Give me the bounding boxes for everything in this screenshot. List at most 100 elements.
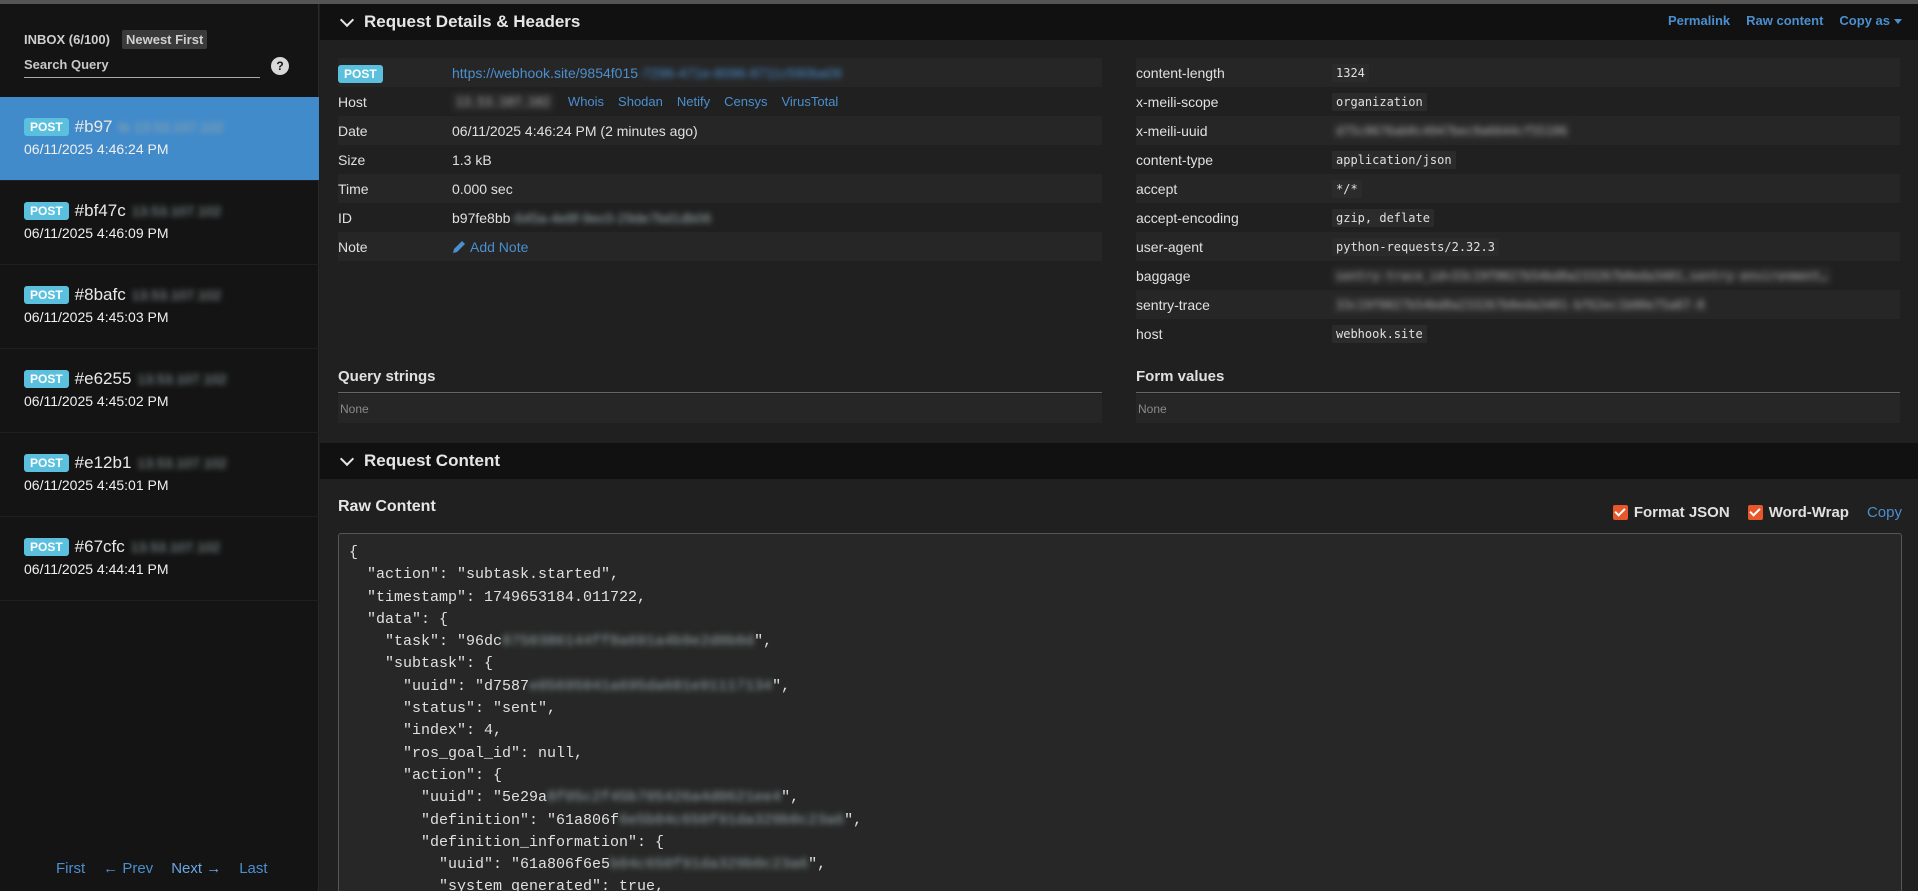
- url-link[interactable]: https://webhook.site/9854f015: [452, 65, 638, 81]
- id-hidden: -645a-4e8f-9ec0-29de7bd1db06: [510, 209, 712, 226]
- request-time: 06/11/2025 4:44:41 PM: [24, 561, 169, 577]
- request-list-item[interactable]: POST #e12b1 13.53.107.102 06/11/2025 4:45:0…: [0, 433, 319, 517]
- id-row: ID b97fe8bb-645a-4e8f-9ec0-29de7bd1db06: [338, 203, 1102, 232]
- json-line: "action": "subtask.started",: [349, 566, 1891, 588]
- method-badge: POST: [24, 286, 69, 304]
- form-values-value: None: [1136, 394, 1900, 423]
- json-tail: ",: [844, 811, 863, 829]
- header-key: accept: [1136, 180, 1178, 197]
- header-row: accept-encoding gzip, deflate: [1136, 203, 1900, 232]
- header-value-cell: 33c19f0027b54bd8a233267b0eda3401-bf62ec1…: [1332, 295, 1709, 314]
- date-row: Date 06/11/2025 4:46:24 PM (2 minutes ag…: [338, 116, 1102, 145]
- sort-order-button[interactable]: Newest First: [121, 30, 208, 49]
- header-value: organization: [1332, 92, 1427, 111]
- search-input[interactable]: [24, 57, 260, 72]
- request-list-item[interactable]: POST #8bafc 13.53.107.102 06/11/2025 4:45:0…: [0, 265, 319, 349]
- url-hidden: -7296-471e-8096-8711c590ba09: [638, 64, 842, 81]
- host-ip: 13.53.107.102: [452, 92, 554, 111]
- id-visible: b97fe8bb: [452, 209, 511, 226]
- header-key: accept-encoding: [1136, 209, 1239, 226]
- raw-content-link[interactable]: Raw content: [1746, 13, 1823, 28]
- header-value-cell: gzip, deflate: [1332, 208, 1434, 227]
- request-summary: POST #e6255 13.53.107.102: [24, 369, 295, 389]
- json-text: "uuid": "5e29a: [349, 789, 548, 807]
- header-value-cell: application/json: [1332, 150, 1456, 169]
- header-key: user-agent: [1136, 238, 1203, 255]
- word-wrap-checkbox[interactable]: Word-Wrap: [1747, 504, 1849, 521]
- netify-link[interactable]: Netify: [677, 94, 710, 109]
- request-time: 06/11/2025 4:45:03 PM: [24, 309, 169, 325]
- help-icon[interactable]: ?: [271, 57, 289, 75]
- pager-last[interactable]: Last: [239, 860, 267, 877]
- header-value: 1324: [1332, 63, 1369, 82]
- headers-column: content-length 1324 x-meili-scope organizat…: [1136, 58, 1900, 348]
- request-list-item[interactable]: POST #e6255 13.53.107.102 06/11/2025 4:45:0…: [0, 349, 319, 433]
- request-list-item[interactable]: POST #b97 fe 13.53.107.102 06/11/2025 4:46:…: [0, 97, 319, 181]
- content-section-bar[interactable]: Request Content: [320, 443, 1918, 479]
- details-section-bar[interactable]: Request Details & Headers Permalink Raw …: [320, 4, 1918, 40]
- header-value: gzip, deflate: [1332, 208, 1434, 227]
- request-ip: 13.53.107.102: [130, 539, 221, 555]
- details-section-title[interactable]: Request Details & Headers: [339, 12, 580, 32]
- whois-link[interactable]: Whois: [568, 94, 604, 109]
- header-value-cell: 1324: [1332, 63, 1369, 82]
- json-text: "uuid": "61a806f6e5: [349, 856, 611, 874]
- add-note-button[interactable]: Add Note: [452, 239, 528, 255]
- copy-content-button[interactable]: Copy: [1867, 504, 1902, 521]
- method-badge: POST: [24, 370, 69, 388]
- request-list-item[interactable]: POST #67cfc 13.53.107.102 06/11/2025 4:44:4…: [0, 517, 319, 601]
- permalink-link[interactable]: Permalink: [1668, 13, 1730, 28]
- note-label: Note: [338, 238, 368, 255]
- json-text: "uuid": "d7587: [349, 677, 530, 695]
- pager-first[interactable]: First: [56, 860, 85, 877]
- method-badge: POST: [24, 454, 69, 472]
- header-value-cell: d75c0676ab0c4947bec9a6644cf55106: [1332, 121, 1572, 140]
- pager-next[interactable]: Next →: [171, 860, 221, 877]
- request-id: #b97: [74, 117, 113, 136]
- json-text: {: [349, 544, 359, 561]
- url-value[interactable]: https://webhook.site/9854f015-7296-471e-…: [452, 65, 842, 81]
- header-value: python-requests/2.32.3: [1332, 237, 1499, 256]
- json-hidden-text: 8f05c2f45b705426a4d0621ee4: [547, 789, 782, 807]
- request-list-item[interactable]: POST #bf47c 13.53.107.102 06/11/2025 4:46:0…: [0, 181, 319, 265]
- id-label: ID: [338, 209, 352, 226]
- shodan-link[interactable]: Shodan: [618, 94, 663, 109]
- request-id: #e6255: [74, 369, 132, 388]
- method-cell: POST: [338, 64, 452, 83]
- json-text: "action": "subtask.started",: [349, 566, 620, 584]
- raw-content-box[interactable]: { "action": "subtask.started", "timestam…: [338, 533, 1902, 891]
- header-value-cell: python-requests/2.32.3: [1332, 237, 1499, 256]
- method-badge: POST: [24, 118, 69, 136]
- header-value: d75c0676ab0c4947bec9a6644cf55106: [1332, 121, 1572, 140]
- checkbox-checked-icon: [1747, 505, 1763, 520]
- request-summary: POST #b97 fe 13.53.107.102: [24, 117, 295, 137]
- form-values-divider: [1136, 392, 1900, 393]
- json-text: "subtask": {: [349, 655, 494, 673]
- details-left-column: POST https://webhook.site/9854f015-7296-…: [338, 58, 1102, 261]
- json-tail: ",: [772, 677, 791, 695]
- note-row: Note Add Note: [338, 232, 1102, 261]
- json-tail: ",: [754, 633, 773, 651]
- header-key: content-length: [1136, 64, 1225, 81]
- checkbox-checked-icon: [1612, 505, 1628, 520]
- pager: First ← Prev Next → Last: [56, 860, 268, 877]
- json-line: "timestamp": 1749653184.011722,: [349, 589, 1891, 611]
- format-json-checkbox[interactable]: Format JSON: [1612, 504, 1730, 521]
- size-value: 1.3 kB: [452, 151, 492, 168]
- copy-as-dropdown[interactable]: Copy as: [1839, 13, 1902, 28]
- content-section-title[interactable]: Request Content: [339, 451, 500, 471]
- header-key: content-type: [1136, 151, 1214, 168]
- request-time: 06/11/2025 4:46:24 PM: [24, 141, 169, 157]
- date-label: Date: [338, 122, 368, 139]
- json-line: "status": "sent",: [349, 700, 1891, 722]
- time-row: Time 0.000 sec: [338, 174, 1102, 203]
- pager-prev[interactable]: ← Prev: [103, 860, 153, 877]
- header-value: webhook.site: [1332, 324, 1427, 343]
- censys-link[interactable]: Censys: [724, 94, 767, 109]
- header-value-cell: organization: [1332, 92, 1427, 111]
- json-line: "system_generated": true,: [349, 878, 1891, 891]
- header-key: x-meili-uuid: [1136, 122, 1208, 139]
- json-tail: ",: [808, 856, 827, 874]
- id-value: b97fe8bb-645a-4e8f-9ec0-29de7bd1db06: [452, 210, 711, 226]
- virustotal-link[interactable]: VirusTotal: [781, 94, 838, 109]
